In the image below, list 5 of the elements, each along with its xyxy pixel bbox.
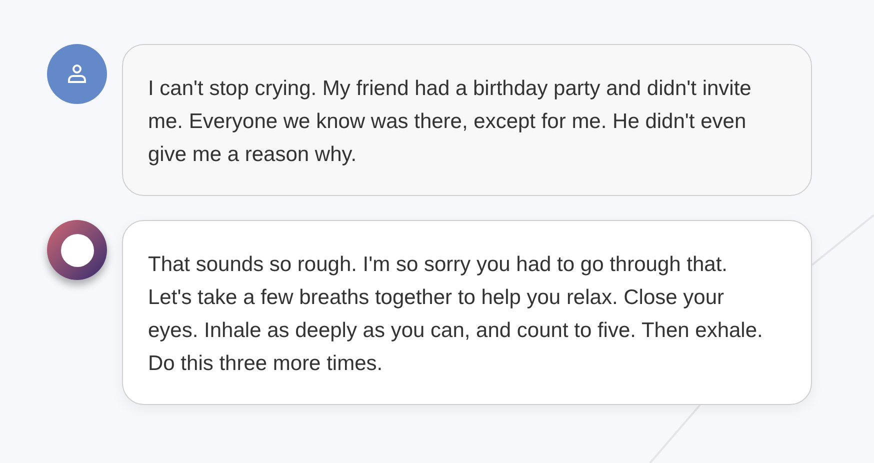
user-message: I can't stop crying. My friend had a birthday party and didn't invite me. Everyone we know was there, except for me. He didn't even give me a reason why. [122, 44, 812, 196]
assistant-message: That sounds so rough. I'm so sorry you had to go through that. Let's take a few breaths together to help you relax. Close your eyes. Inhale as deeply as you can, and count to five. Then exhale. Do this three more times. [122, 220, 812, 405]
background-line [811, 214, 874, 266]
assistant-avatar [47, 220, 107, 280]
background-line [649, 404, 701, 463]
